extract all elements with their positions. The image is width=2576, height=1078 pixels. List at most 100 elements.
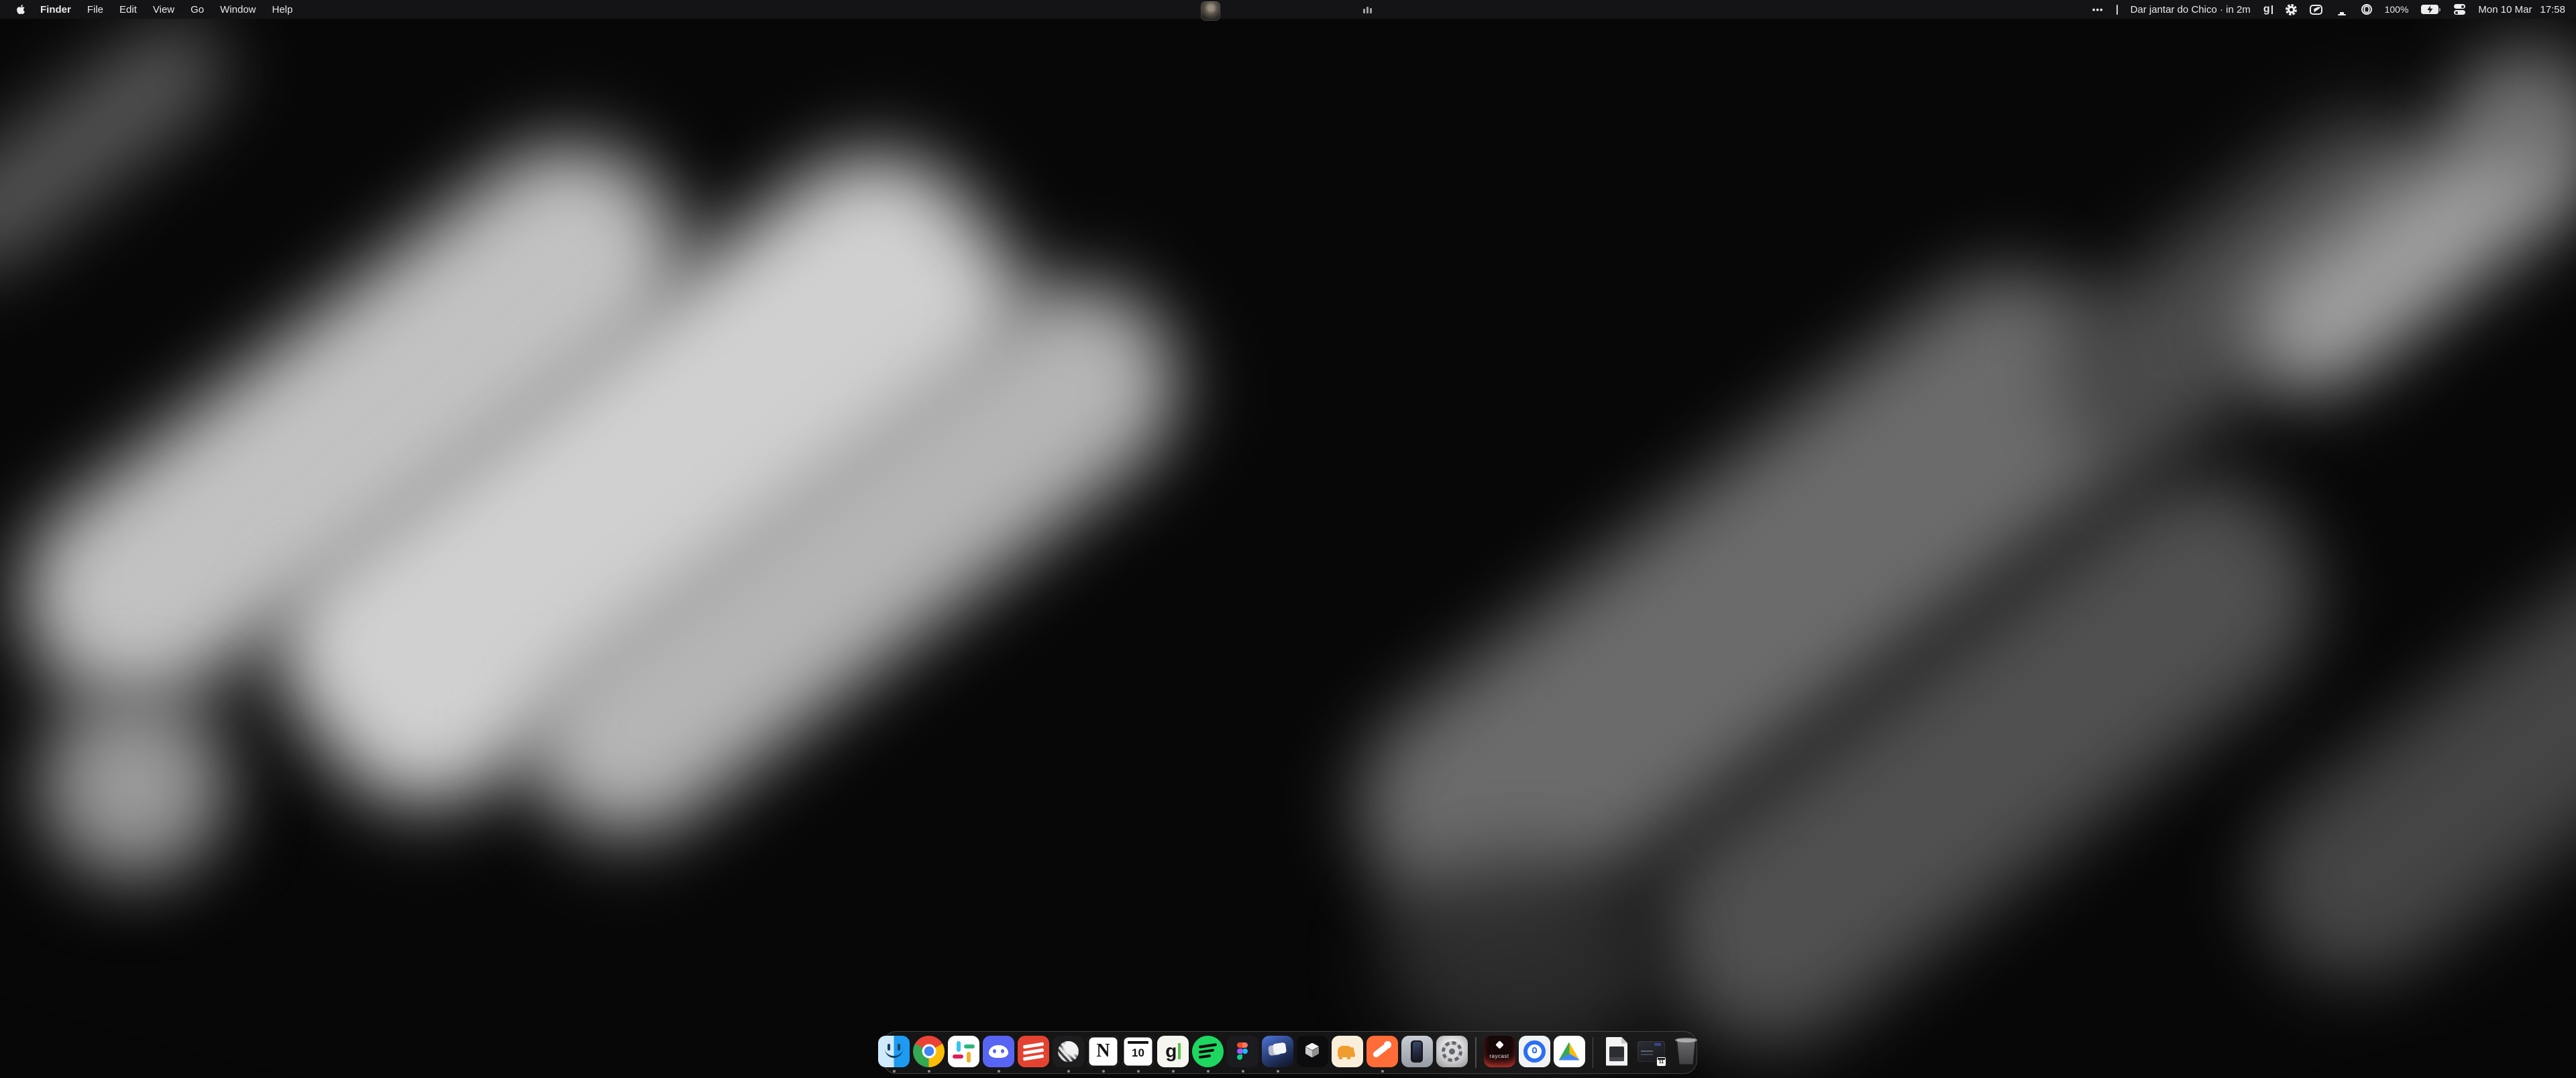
- spotify-wave: [1199, 1054, 1211, 1058]
- notion-calendar-icon: 10: [1122, 1036, 1154, 1067]
- apple-icon: [17, 4, 25, 15]
- clock-date: Mon 10 Mar: [2478, 4, 2532, 15]
- 1password-menubar-icon[interactable]: [2361, 4, 2372, 15]
- apple-menu[interactable]: [9, 4, 32, 15]
- dock-item-google-drive[interactable]: [1554, 1036, 1585, 1067]
- dock-item-iphone-mirroring[interactable]: [1401, 1036, 1433, 1067]
- figma-shape: [1237, 1048, 1242, 1054]
- battery-percent[interactable]: 100%: [2385, 4, 2409, 15]
- menu-finder[interactable]: Finder: [32, 0, 79, 19]
- trash-icon: [1670, 1036, 1702, 1067]
- granola-cursor: [1178, 1043, 1181, 1059]
- dock-item-spotify[interactable]: [1192, 1036, 1224, 1067]
- dock-item-raycast[interactable]: raycast: [1484, 1036, 1515, 1067]
- granola-cursor: [2271, 5, 2273, 14]
- figma-shape: [1237, 1042, 1242, 1048]
- menubar-clock[interactable]: Mon 10 Mar 17:58: [2478, 4, 2565, 15]
- battery-cap: [2439, 8, 2441, 11]
- wallpaper: [0, 0, 2576, 1078]
- google-drive-icon: [1554, 1036, 1585, 1067]
- dock-item-spline[interactable]: [1297, 1036, 1328, 1067]
- menu-help[interactable]: Help: [264, 0, 301, 19]
- overflow-menu-icon[interactable]: •••: [2092, 5, 2104, 15]
- figma-shape: [1242, 1042, 1248, 1048]
- dock-item-notion-calendar[interactable]: 10: [1122, 1036, 1154, 1067]
- calendar-badge-icon: 11: [1656, 1057, 1666, 1067]
- control-center-icon[interactable]: [2454, 4, 2465, 15]
- iphone-screen: [1413, 1042, 1421, 1061]
- dock-separator: [1593, 1037, 1594, 1068]
- dock-item-granola[interactable]: g: [1157, 1036, 1189, 1067]
- dock-item-document[interactable]: [1601, 1036, 1632, 1067]
- discord-face: [989, 1045, 1008, 1058]
- dock-item-discord[interactable]: [983, 1036, 1014, 1067]
- screen-front-rect: [1273, 1042, 1287, 1054]
- menubar-separator-icon: [2116, 5, 2118, 15]
- trash-bin: [1676, 1039, 1697, 1065]
- calendar-badge-number: 11: [1659, 1060, 1664, 1065]
- menu-view[interactable]: View: [145, 0, 182, 19]
- finder-smile: [885, 1048, 903, 1058]
- menu-bar: Finder File Edit View Go Window Help •••…: [0, 0, 2576, 19]
- stack-thumbnail-detail: [1654, 1043, 1661, 1046]
- control-center-toggle-top: [2454, 4, 2465, 9]
- dock-item-todoist[interactable]: [1018, 1036, 1049, 1067]
- menu-file[interactable]: File: [79, 0, 111, 19]
- dock-separator: [1475, 1037, 1477, 1068]
- linear-orb: [1058, 1041, 1079, 1062]
- dock-item-notion[interactable]: N: [1087, 1036, 1119, 1067]
- menu-edit[interactable]: Edit: [111, 0, 145, 19]
- eq-bar: [1363, 9, 1365, 13]
- eq-bar: [1366, 7, 1368, 13]
- dock-item-trash[interactable]: [1670, 1036, 1702, 1067]
- dock-item-postico[interactable]: [1332, 1036, 1363, 1067]
- menu-window[interactable]: Window: [212, 0, 264, 19]
- downloads-stack-icon: 11: [1635, 1036, 1667, 1067]
- postman-head: [1384, 1041, 1391, 1048]
- dock-item-figma[interactable]: [1227, 1036, 1258, 1067]
- screen-studio-menubar-icon[interactable]: [2310, 5, 2322, 15]
- desktop: Finder File Edit View Go Window Help •••…: [0, 0, 2576, 1078]
- figma-shape: [1237, 1055, 1242, 1060]
- menu-bar-left: Finder File Edit View Go Window Help: [0, 0, 301, 19]
- dock-item-1password[interactable]: [1519, 1036, 1550, 1067]
- granola-letter: g: [2263, 3, 2270, 15]
- dock-item-screen-studio[interactable]: [1262, 1036, 1293, 1067]
- linear-icon: [1053, 1036, 1084, 1067]
- todoist-icon: [1018, 1036, 1049, 1067]
- menu-go[interactable]: Go: [182, 0, 212, 19]
- gear-menubar-icon[interactable]: [2286, 4, 2297, 15]
- 1password-keyhole: [1532, 1047, 1537, 1053]
- dock-item-finder[interactable]: [878, 1036, 910, 1067]
- audio-eq-icon[interactable]: [1363, 6, 1372, 13]
- slack-pill: [953, 1055, 963, 1059]
- dock-item-chrome[interactable]: [913, 1036, 945, 1067]
- display-mirroring-menubar-icon[interactable]: [2335, 3, 2349, 15]
- now-playing-artwork[interactable]: [1201, 1, 1220, 21]
- slack-pill: [967, 1052, 971, 1063]
- document-file-icon: [1601, 1036, 1632, 1067]
- notion-icon: N: [1087, 1036, 1119, 1067]
- notion-letter: N: [1087, 1036, 1119, 1067]
- system-settings-gear-icon: [1436, 1036, 1468, 1067]
- reminder-status-text[interactable]: Dar jantar do Chico · in 2m: [2131, 4, 2251, 15]
- drive-triangle: [1559, 1042, 1580, 1061]
- spotify-wave: [1199, 1043, 1217, 1048]
- document-thumbnail: [1609, 1046, 1624, 1061]
- slack-pill: [957, 1041, 961, 1052]
- dock-item-postman[interactable]: [1366, 1036, 1398, 1067]
- dock: N 10 g: [883, 1031, 1697, 1074]
- dock-item-downloads-stack[interactable]: 11: [1635, 1036, 1667, 1067]
- finder-icon: [878, 1036, 910, 1067]
- discord-icon: [983, 1036, 1014, 1067]
- todoist-check: [1023, 1048, 1044, 1054]
- dock-item-system-settings[interactable]: [1436, 1036, 1468, 1067]
- granola-menubar-icon[interactable]: g: [2263, 3, 2273, 15]
- granola-icon: g: [1157, 1036, 1189, 1067]
- calendar-date-number: 10: [1122, 1040, 1154, 1067]
- dock-item-slack[interactable]: [948, 1036, 979, 1067]
- 1password-icon: [1519, 1036, 1550, 1067]
- todoist-check: [1023, 1054, 1044, 1060]
- dock-item-linear[interactable]: [1053, 1036, 1084, 1067]
- battery-charging-icon[interactable]: [2421, 5, 2441, 14]
